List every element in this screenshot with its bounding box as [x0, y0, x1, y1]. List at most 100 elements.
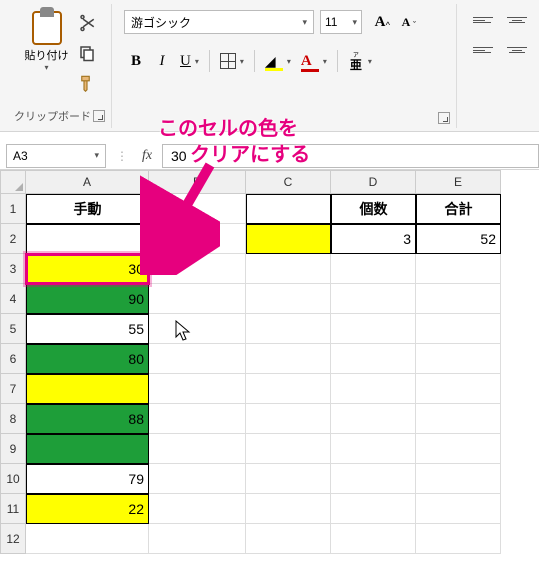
paste-button[interactable]: 貼り付け ▾ [22, 4, 72, 74]
cell-c4[interactable] [246, 284, 331, 314]
cell-c9[interactable] [246, 434, 331, 464]
row-header-11[interactable]: 11 [0, 494, 26, 524]
cell-b11[interactable] [149, 494, 246, 524]
format-painter-button[interactable] [76, 72, 98, 94]
cell-a6[interactable]: 80 [26, 344, 149, 374]
cell-a10[interactable]: 79 [26, 464, 149, 494]
cell-a4[interactable]: 90 [26, 284, 149, 314]
cell-a7[interactable] [26, 374, 149, 404]
cell-c11[interactable] [246, 494, 331, 524]
cell-e4[interactable] [416, 284, 501, 314]
row-header-10[interactable]: 10 [0, 464, 26, 494]
row-header-5[interactable]: 5 [0, 314, 26, 344]
font-color-button[interactable]: A▾ [297, 48, 331, 74]
col-header-b[interactable]: B [149, 170, 246, 194]
cell-d9[interactable] [331, 434, 416, 464]
italic-button[interactable]: I [150, 48, 174, 74]
col-header-e[interactable]: E [416, 170, 501, 194]
underline-button[interactable]: U▾ [176, 48, 203, 74]
align-middle-button[interactable] [503, 10, 531, 36]
cell-e1[interactable]: 合計 [416, 194, 501, 224]
cell-e9[interactable] [416, 434, 501, 464]
cell-e11[interactable] [416, 494, 501, 524]
cell-b9[interactable] [149, 434, 246, 464]
cell-d4[interactable] [331, 284, 416, 314]
font-size-combo[interactable]: 11 ▾ [320, 10, 362, 34]
select-all-corner[interactable] [0, 170, 26, 194]
cell-b2[interactable] [149, 224, 246, 254]
cell-b6[interactable] [149, 344, 246, 374]
font-dialog-launcher[interactable] [438, 112, 450, 124]
align-left-button[interactable] [469, 40, 497, 66]
cell-e10[interactable] [416, 464, 501, 494]
cell-c8[interactable] [246, 404, 331, 434]
cell-b5[interactable] [149, 314, 246, 344]
clipboard-dialog-launcher[interactable] [93, 110, 105, 122]
row-header-2[interactable]: 2 [0, 224, 26, 254]
formula-input[interactable]: 30 [162, 144, 539, 168]
fill-color-button[interactable]: ◢▾ [261, 48, 295, 74]
cell-b8[interactable] [149, 404, 246, 434]
cell-d10[interactable] [331, 464, 416, 494]
cell-d5[interactable] [331, 314, 416, 344]
row-header-8[interactable]: 8 [0, 404, 26, 434]
bold-button[interactable]: B [124, 48, 148, 74]
cell-e2[interactable]: 52 [416, 224, 501, 254]
align-top-button[interactable] [469, 10, 497, 36]
cell-a9[interactable] [26, 434, 149, 464]
cell-c3[interactable] [246, 254, 331, 284]
cell-a12[interactable] [26, 524, 149, 554]
cell-c12[interactable] [246, 524, 331, 554]
cell-b12[interactable] [149, 524, 246, 554]
col-header-c[interactable]: C [246, 170, 331, 194]
row-header-9[interactable]: 9 [0, 434, 26, 464]
cell-e5[interactable] [416, 314, 501, 344]
cell-d2[interactable]: 3 [331, 224, 416, 254]
copy-button[interactable] [76, 42, 98, 64]
cell-d8[interactable] [331, 404, 416, 434]
cell-d11[interactable] [331, 494, 416, 524]
cell-c10[interactable] [246, 464, 331, 494]
cell-c5[interactable] [246, 314, 331, 344]
row-header-3[interactable]: 3 [0, 254, 26, 284]
cell-c7[interactable] [246, 374, 331, 404]
cell-b10[interactable] [149, 464, 246, 494]
row-header-7[interactable]: 7 [0, 374, 26, 404]
cell-a3[interactable]: 30 [26, 254, 149, 284]
cut-button[interactable] [76, 12, 98, 34]
row-header-4[interactable]: 4 [0, 284, 26, 314]
cell-e3[interactable] [416, 254, 501, 284]
col-header-d[interactable]: D [331, 170, 416, 194]
align-center-button[interactable] [503, 40, 531, 66]
cell-a11[interactable]: 22 [26, 494, 149, 524]
cell-b3[interactable] [149, 254, 246, 284]
increase-font-size-button[interactable]: A ^ [368, 10, 392, 34]
cell-e6[interactable] [416, 344, 501, 374]
phonetic-guide-button[interactable]: ア亜▾ [344, 48, 376, 74]
cell-d3[interactable] [331, 254, 416, 284]
insert-function-button[interactable]: fx [132, 148, 162, 164]
cell-e7[interactable] [416, 374, 501, 404]
cell-d1[interactable]: 個数 [331, 194, 416, 224]
font-name-combo[interactable]: 游ゴシック ▾ [124, 10, 314, 34]
cell-d6[interactable] [331, 344, 416, 374]
cell-c2[interactable] [246, 224, 331, 254]
cell-a8[interactable]: 88 [26, 404, 149, 434]
cell-b1[interactable] [149, 194, 246, 224]
cell-c1[interactable] [246, 194, 331, 224]
cell-a5[interactable]: 55 [26, 314, 149, 344]
row-header-12[interactable]: 12 [0, 524, 26, 554]
cell-d7[interactable] [331, 374, 416, 404]
name-box[interactable]: A3 ▾ [6, 144, 106, 168]
col-header-a[interactable]: A [26, 170, 149, 194]
cell-a1[interactable]: 手動 [26, 194, 149, 224]
cell-b7[interactable] [149, 374, 246, 404]
cell-d12[interactable] [331, 524, 416, 554]
cell-a2[interactable] [26, 224, 149, 254]
cell-e12[interactable] [416, 524, 501, 554]
row-header-1[interactable]: 1 [0, 194, 26, 224]
cell-b4[interactable] [149, 284, 246, 314]
cell-e8[interactable] [416, 404, 501, 434]
row-header-6[interactable]: 6 [0, 344, 26, 374]
borders-button[interactable]: ▾ [216, 48, 248, 74]
